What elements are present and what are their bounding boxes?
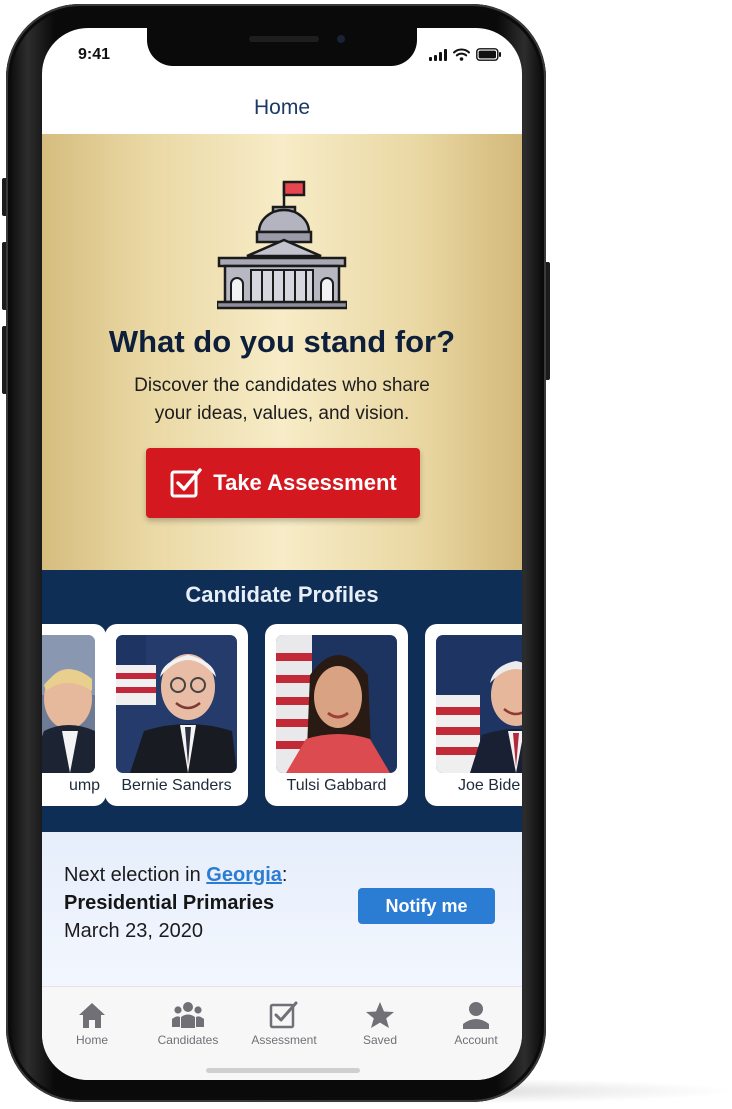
bottom-tab-bar: Home Candidates Assessment Saved Account [42,986,522,1080]
app-header: Home [42,88,522,134]
tab-account-label: Account [454,1033,498,1047]
candidate-name-biden: Joe Bide [458,777,521,794]
candidate-name-sanders: Bernie Sanders [121,777,232,794]
next-election-suffix: : [281,864,288,886]
hero-banner: What do you stand for? Discover the cand… [42,134,522,570]
take-assessment-label: Take Assessment [213,470,397,495]
tab-candidates-label: Candidates [157,1033,219,1047]
checkbox-icon [170,468,202,498]
battery-icon [476,48,501,61]
tab-assessment-label: Assessment [251,1033,317,1047]
tab-saved-label: Saved [362,1033,398,1047]
tab-home-label: Home [75,1033,108,1047]
wifi-icon [453,48,470,61]
star-icon [366,1002,394,1028]
hero-subtitle-line-1: Discover the candidates who share [134,375,430,396]
hero-subtitle-line-2: your ideas, values, and vision. [154,403,410,424]
candidate-photo-gabbard [276,635,397,773]
next-election-prefix: Next election in [64,864,207,886]
cellular-signal-icon [429,49,447,61]
candidate-card-trump[interactable]: ump [42,624,106,806]
candidate-photo-biden [436,635,522,773]
candidate-card-sanders[interactable]: Bernie Sanders [105,624,248,806]
checkbox-icon [269,1001,298,1029]
tab-candidates[interactable]: Candidates [140,1001,236,1047]
phone-screen: 9:41 Home What do you stand for? Discove… [42,28,522,1080]
page-title: Home [253,96,311,119]
candidate-profiles-section: Candidate Profiles ump Bernie Sanders Tu… [42,570,522,832]
candidate-name-gabbard: Tulsi Gabbard [286,777,387,794]
candidate-card-gabbard[interactable]: Tulsi Gabbard [265,624,408,806]
take-assessment-button[interactable]: Take Assessment [146,448,420,518]
front-camera [337,35,345,43]
user-icon [463,1002,489,1029]
next-election-text: Next election in Georgia: [64,864,287,887]
candidate-profiles-title: Candidate Profiles [185,582,379,607]
status-time: 9:41 [78,46,111,63]
election-type: Presidential Primaries [64,892,275,914]
status-icons [429,48,502,61]
phone-frame: 9:41 Home What do you stand for? Discove… [6,4,546,1102]
next-election-section: Next election in Georgia: Presidential P… [42,832,522,1012]
home-indicator [206,1068,360,1073]
election-date: March 23, 2020 [64,920,203,942]
candidate-name-trump: ump [68,777,101,794]
tab-account[interactable]: Account [428,1001,522,1047]
people-icon [172,1002,204,1028]
hero-subtitle: Discover the candidates who share your i… [102,372,462,428]
candidate-photo-trump [42,635,95,773]
hero-title: What do you stand for? [108,324,456,359]
notify-me-button[interactable]: Notify me [358,888,495,924]
tab-home[interactable]: Home [44,1001,140,1047]
candidate-photo-sanders [116,635,237,773]
notch [147,28,417,66]
capitol-building-icon [217,180,347,310]
election-state-link[interactable]: Georgia [206,864,282,886]
tab-assessment[interactable]: Assessment [236,1001,332,1047]
house-icon [79,1003,105,1028]
candidate-card-biden[interactable]: Joe Bide [425,624,522,806]
earpiece-speaker [249,36,319,42]
tab-saved[interactable]: Saved [332,1001,428,1047]
